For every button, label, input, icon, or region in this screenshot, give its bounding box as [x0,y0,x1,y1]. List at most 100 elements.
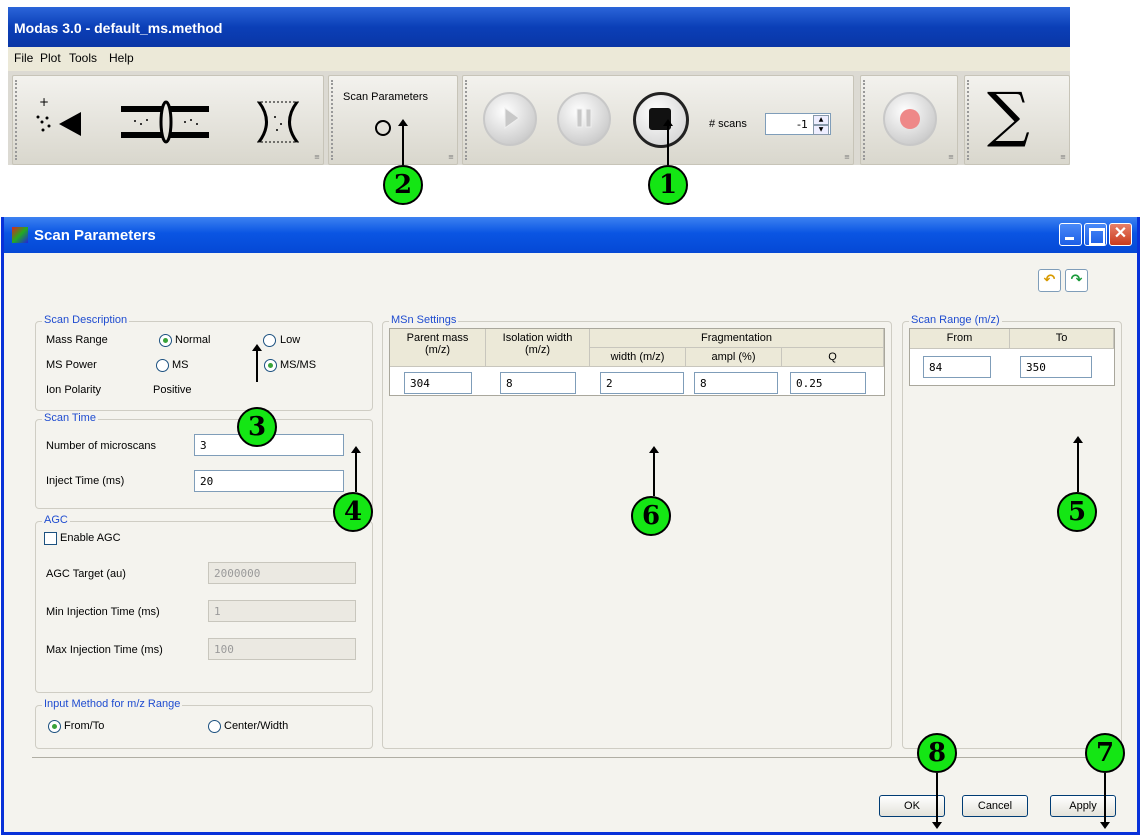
isolation-width-header: Isolation width (m/z) [486,329,590,367]
scans-label: # scans [709,118,747,130]
callout-2-arrow [398,119,408,165]
inject-time-label: Inject Time (ms) [46,475,125,487]
pause-icon [576,108,592,128]
app-icon [12,227,28,243]
mass-range-low-radio[interactable] [263,334,276,347]
callout-4: 4 [333,492,373,532]
from-to-label: From/To [64,720,105,732]
q-header: Q [782,348,884,367]
frag-q-input[interactable]: 0.25 [790,372,866,394]
menu-help[interactable]: Help [109,51,134,65]
menu-tools[interactable]: Tools [69,51,97,65]
min-injection-input[interactable]: 1 [208,600,356,622]
enable-agc-label: Enable AGC [60,532,121,544]
ion-source-icon: + [36,95,81,136]
ms-power-msms-label: MS/MS [280,359,317,371]
scan-time-group: Scan Time Number of microscans 3 Inject … [35,412,373,509]
scan-parameters-toolbar: Scan Parameters ≡ [328,75,458,165]
ion-trap-icon [121,100,209,144]
redo-button[interactable]: ↷ [1065,269,1088,292]
agc-target-label: AGC Target (au) [46,568,126,580]
min-injection-label: Min Injection Time (ms) [46,606,160,618]
scan-range-from-input[interactable]: 84 [923,356,991,378]
ms-power-ms-radio[interactable] [156,359,169,372]
separator [32,757,1122,758]
circle-icon [375,120,391,136]
apply-button[interactable]: Apply [1050,795,1116,817]
scan-parameters-dialog: Scan Parameters ✕ ↶ ↷ Scan Description M… [1,217,1140,835]
stop-button[interactable] [633,92,689,148]
width-header: width (m/z) [590,348,686,367]
agc-target-input[interactable]: 2000000 [208,562,356,584]
minimize-button[interactable] [1059,223,1082,246]
input-method-group: Input Method for m/z Range From/To Cente… [35,698,373,749]
minimize-icon [1065,237,1074,240]
callout-6: 6 [631,496,671,536]
callout-2: 2 [383,165,423,205]
menu-bar: File Plot Tools Help [8,47,1070,71]
scans-spinbox[interactable]: -1 ▲ ▼ [765,113,831,135]
mass-range-normal-radio[interactable] [159,334,172,347]
scan-parameters-label: Scan Parameters [343,91,428,103]
callout-5-arrow [1073,436,1083,492]
close-button[interactable]: ✕ [1109,223,1132,246]
scan-parameters-button[interactable] [373,118,393,138]
input-method-title: Input Method for m/z Range [42,698,183,710]
agc-title: AGC [42,514,70,526]
msn-settings-group: MSn Settings Parent mass (m/z) Isolation… [382,314,892,749]
cancel-button[interactable]: Cancel [962,795,1028,817]
ampl-header: ampl (%) [686,348,782,367]
close-icon: ✕ [1113,225,1128,242]
dialog-title-bar: Scan Parameters ✕ [4,217,1137,253]
center-width-label: Center/Width [224,720,289,732]
maximize-icon [1089,228,1105,245]
detector-icon [257,101,299,143]
from-to-radio[interactable] [48,720,61,733]
isolation-width-input[interactable]: 8 [500,372,576,394]
spin-up-icon: ▲ [813,115,829,125]
callout-8: 8 [917,733,957,773]
ms-power-msms-radio[interactable] [264,359,277,372]
ms-power-ms-label: MS [172,359,189,371]
microscans-label: Number of microscans [46,440,157,452]
maximize-button[interactable] [1084,223,1107,246]
center-width-radio[interactable] [208,720,221,733]
record-toolbar: ≡ [860,75,958,165]
scan-range-title: Scan Range (m/z) [909,314,1002,326]
enable-agc-checkbox[interactable] [44,532,57,545]
callout-7-arrow [1100,773,1110,829]
callout-6-arrow [649,446,659,496]
undo-icon: ↶ [1043,272,1056,288]
from-header: From [910,329,1010,349]
ion-source-icons[interactable]: + [29,92,319,152]
callout-8-arrow [932,773,942,829]
play-button[interactable] [483,92,537,146]
inject-time-input[interactable]: 20 [194,470,344,492]
mass-range-label: Mass Range [46,334,108,346]
menu-file[interactable]: File [14,51,33,65]
sum-icon[interactable]: ∑ [987,82,1030,148]
to-header: To [1010,329,1114,349]
undo-button[interactable]: ↶ [1038,269,1061,292]
sum-toolbar: ∑ ≡ [964,75,1070,165]
parent-mass-header: Parent mass (m/z) [390,329,486,367]
parent-mass-input[interactable]: 304 [404,372,472,394]
frag-ampl-input[interactable]: 8 [694,372,778,394]
fragmentation-header: Fragmentation [590,329,884,348]
ms-power-label: MS Power [46,359,97,371]
msn-settings-table: Parent mass (m/z) Isolation width (m/z) … [389,328,885,396]
scans-spin-buttons[interactable]: ▲ ▼ [813,115,829,135]
record-button[interactable] [883,92,937,146]
app-title: Modas 3.0 - default_ms.method [14,20,223,36]
menu-plot[interactable]: Plot [40,51,61,65]
msn-settings-title: MSn Settings [389,314,459,326]
callout-4-arrow [351,446,361,492]
redo-icon: ↷ [1070,272,1083,288]
pause-button[interactable] [557,92,611,146]
ion-polarity-value: Positive [153,384,192,396]
callout-3: 3 [237,407,277,447]
scan-range-to-input[interactable]: 350 [1020,356,1092,378]
frag-width-input[interactable]: 2 [600,372,684,394]
app-title-bar: Modas 3.0 - default_ms.method [8,7,1070,47]
max-injection-input[interactable]: 100 [208,638,356,660]
